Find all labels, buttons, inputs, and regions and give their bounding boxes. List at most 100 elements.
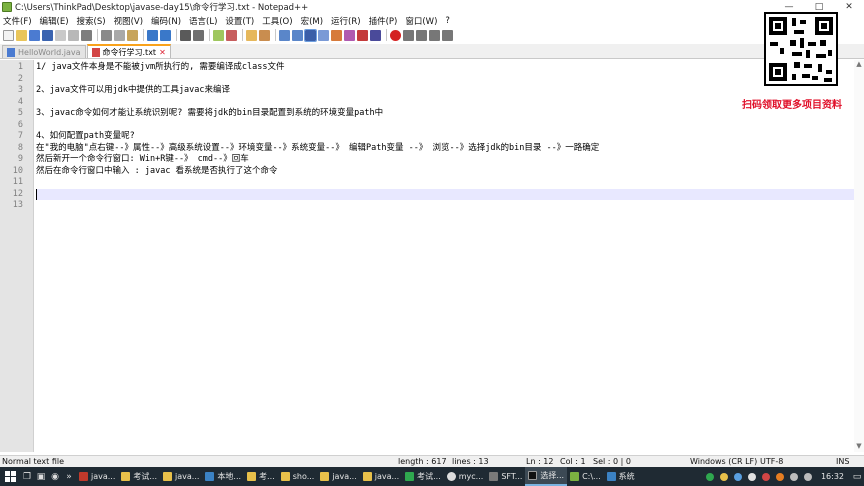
folder-workspace-icon[interactable] <box>344 29 355 41</box>
taskbar-item[interactable]: sho... <box>278 467 318 486</box>
text-line[interactable] <box>36 120 864 132</box>
tray-icon[interactable] <box>705 472 714 481</box>
save-macro-icon[interactable] <box>442 29 453 41</box>
volume-icon[interactable] <box>803 472 812 481</box>
taskbar-item[interactable]: 考试... <box>118 467 160 486</box>
zoom-in-icon[interactable] <box>213 29 224 41</box>
print-icon[interactable] <box>81 29 92 41</box>
paste-icon[interactable] <box>127 29 138 41</box>
menu-plugins[interactable]: 插件(P) <box>369 15 398 27</box>
taskbar-item[interactable]: java... <box>317 467 359 486</box>
show-all-chars-icon[interactable] <box>292 29 303 41</box>
close-file-icon[interactable] <box>55 29 66 41</box>
monitoring-icon[interactable] <box>357 29 368 41</box>
text-line[interactable]: 3、javac命令如何才能让系统识别呢? 需要将jdk的bin目录配置到系统的环… <box>36 108 864 120</box>
start-button[interactable] <box>0 467 20 486</box>
sync-vertical-icon[interactable] <box>246 29 257 41</box>
close-button[interactable]: ✕ <box>834 0 864 14</box>
menu-edit[interactable]: 编辑(E) <box>40 15 69 27</box>
app-icon <box>446 472 456 481</box>
cut-icon[interactable] <box>101 29 112 41</box>
text-line[interactable] <box>36 177 864 189</box>
taskbar-item[interactable]: java... <box>360 467 402 486</box>
menu-tools[interactable]: 工具(O) <box>262 15 292 27</box>
taskbar-item[interactable]: 考... <box>244 467 278 486</box>
text-line[interactable]: 在"我的电脑"点右键--》属性--》高级系统设置--》环境变量--》系统变量--… <box>36 143 864 155</box>
network-icon[interactable] <box>789 472 798 481</box>
tab-helloworld-java[interactable]: HelloWorld.java <box>2 45 86 58</box>
menu-language[interactable]: 语言(L) <box>189 15 217 27</box>
taskbar-item[interactable]: 考试... <box>402 467 444 486</box>
run-macro-multiple-icon[interactable] <box>429 29 440 41</box>
replace-icon[interactable] <box>193 29 204 41</box>
new-file-icon[interactable] <box>3 29 14 41</box>
record-macro-icon[interactable] <box>390 29 401 41</box>
clock[interactable]: 16:32 <box>821 472 844 481</box>
tray-icon[interactable] <box>747 472 756 481</box>
line-number: 10 <box>12 165 23 176</box>
text-line[interactable]: 1/ java文件本身是不能被jvm所执行的, 需要编译成class文件 <box>36 62 864 74</box>
taskbar-item[interactable]: java... <box>160 467 202 486</box>
open-file-icon[interactable] <box>16 29 27 41</box>
tab-command-line-notes[interactable]: 命令行学习.txt ✕ <box>86 44 171 58</box>
taskbar-item[interactable]: 本地... <box>202 467 244 486</box>
folder-icon[interactable]: ▣ <box>34 467 48 486</box>
menu-run[interactable]: 运行(R) <box>331 15 361 27</box>
menu-encoding[interactable]: 编码(N) <box>151 15 181 27</box>
taskbar-item[interactable]: C:\... <box>567 467 604 486</box>
status-col: Col : 1 <box>560 457 586 466</box>
menu-file[interactable]: 文件(F) <box>3 15 32 27</box>
taskbar-item[interactable]: SFT... <box>486 467 525 486</box>
function-list-icon[interactable] <box>331 29 342 41</box>
taskbar-item[interactable]: 系统 <box>604 467 638 486</box>
tray-icon[interactable] <box>761 472 770 481</box>
overflow-icon[interactable]: » <box>62 467 76 486</box>
text-line[interactable]: 然后新开一个命令行窗口: Win+R键--》 cmd--》回车 <box>36 154 864 166</box>
chrome-icon[interactable]: ◉ <box>48 467 62 486</box>
text-line[interactable]: 4、如何配置path变量呢? <box>36 131 864 143</box>
save-all-icon[interactable] <box>42 29 53 41</box>
menu-window[interactable]: 窗口(W) <box>405 15 437 27</box>
document-map-icon[interactable] <box>318 29 329 41</box>
text-line[interactable] <box>36 200 864 212</box>
menu-search[interactable]: 搜索(S) <box>77 15 106 27</box>
status-encoding[interactable]: UTF-8 <box>760 457 783 466</box>
status-eol[interactable]: Windows (CR LF) <box>690 457 757 466</box>
zoom-out-icon[interactable] <box>226 29 237 41</box>
text-line[interactable]: 2、java文件可以用jdk中提供的工具javac来编译 <box>36 85 864 97</box>
menu-settings[interactable]: 设置(T) <box>225 15 254 27</box>
taskbar-item-active[interactable]: 选择... <box>525 467 568 486</box>
menu-view[interactable]: 视图(V) <box>114 15 143 27</box>
word-wrap-icon[interactable] <box>279 29 290 41</box>
tray-icon[interactable] <box>775 472 784 481</box>
line-number: 13 <box>12 200 23 210</box>
stop-macro-icon[interactable] <box>403 29 414 41</box>
notification-icon[interactable]: ▭ <box>850 467 864 486</box>
menu-macro[interactable]: 宏(M) <box>301 15 323 27</box>
play-macro-icon[interactable] <box>416 29 427 41</box>
text-line[interactable] <box>36 97 864 109</box>
document-switcher-icon[interactable] <box>370 29 381 41</box>
copy-icon[interactable] <box>114 29 125 41</box>
scroll-up-icon[interactable]: ▲ <box>854 60 864 70</box>
indent-guide-icon[interactable] <box>304 28 317 42</box>
taskbar-item[interactable]: java... <box>76 467 118 486</box>
close-tab-icon[interactable]: ✕ <box>159 48 166 57</box>
vertical-scrollbar[interactable]: ▲ ▼ <box>854 60 864 452</box>
save-icon[interactable] <box>29 29 40 41</box>
find-icon[interactable] <box>180 29 191 41</box>
tray-icon[interactable] <box>719 472 728 481</box>
text-editor[interactable]: 1 2 3 4 5 6 7 8 9 10 11 12 13 1/ java文件本… <box>0 60 864 452</box>
tray-icon[interactable] <box>733 472 742 481</box>
undo-icon[interactable] <box>147 29 158 41</box>
task-view-icon[interactable]: ❐ <box>20 467 34 486</box>
scroll-down-icon[interactable]: ▼ <box>854 442 864 452</box>
redo-icon[interactable] <box>160 29 171 41</box>
sync-horizontal-icon[interactable] <box>259 29 270 41</box>
close-all-icon[interactable] <box>68 29 79 41</box>
taskbar-item[interactable]: myc... <box>444 467 487 486</box>
text-line[interactable] <box>36 74 864 86</box>
current-line-highlight[interactable] <box>36 188 864 200</box>
menu-help[interactable]: ? <box>445 16 450 26</box>
text-line[interactable]: 然后在命令行窗口中输入 : javac 看系统是否执行了这个命令 <box>36 166 864 178</box>
